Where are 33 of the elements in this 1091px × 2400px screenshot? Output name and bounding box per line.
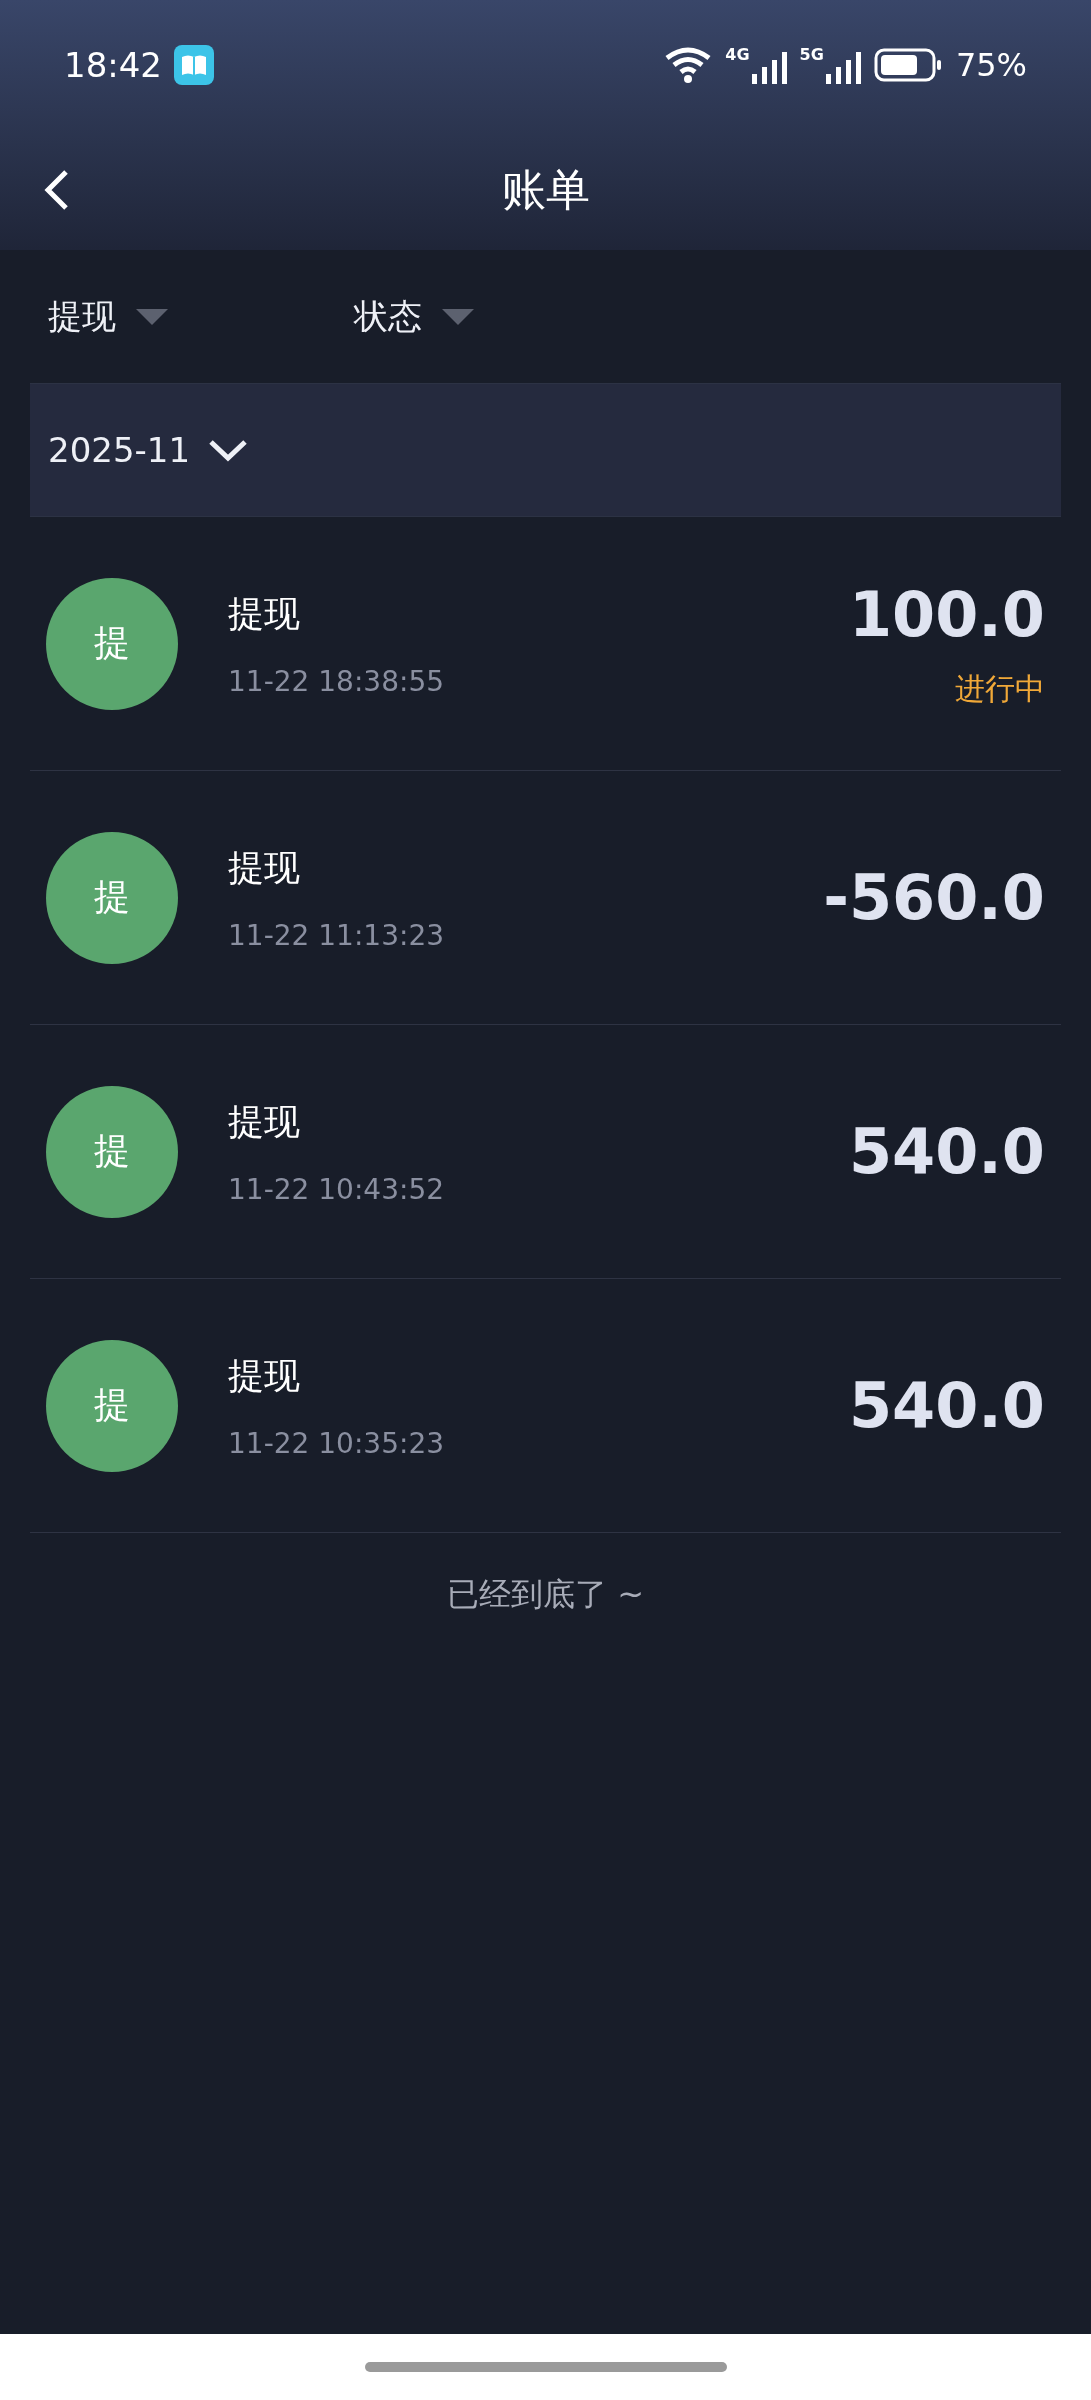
- page-title: 账单: [501, 162, 590, 217]
- record-time: 11-22 18:38:55: [228, 664, 445, 698]
- record-time: 11-22 10:35:23: [228, 1426, 445, 1460]
- avatar: 提: [46, 831, 178, 964]
- record-title: 提现: [228, 1099, 301, 1144]
- record-title: 提现: [228, 1353, 301, 1398]
- record-amount: -560.0: [823, 861, 1045, 934]
- network-type: 5G: [799, 46, 824, 64]
- avatar: 提: [46, 577, 178, 710]
- battery-icon: [873, 47, 944, 83]
- record-amount: 540.0: [848, 1369, 1045, 1442]
- battery-percent: 75%: [955, 46, 1027, 84]
- filter-dropdown[interactable]: 提现: [48, 293, 354, 340]
- chevron-down-icon: [208, 438, 249, 462]
- avatar: 提: [46, 1339, 178, 1472]
- network-type: 4G: [725, 46, 750, 64]
- record-amount: 100.0: [848, 577, 1045, 651]
- signal-icon: [825, 52, 862, 84]
- record-amount: 540.0: [848, 1115, 1045, 1188]
- dropdown-icon: [136, 306, 168, 327]
- record-title: 提现: [228, 591, 301, 636]
- record-time: 11-22 10:43:52: [228, 1172, 445, 1206]
- dropdown-icon: [442, 306, 474, 327]
- record-title: 提现: [228, 845, 301, 890]
- filter-dropdown[interactable]: 状态: [354, 293, 660, 340]
- record-status: 进行中: [955, 669, 1045, 708]
- record-time: 11-22 11:13:23: [228, 918, 445, 952]
- end-of-list-text: 已经到底了 ~: [447, 1574, 644, 1615]
- month-selector[interactable]: 2025-11: [30, 430, 267, 470]
- status-time: 18:42: [64, 45, 162, 85]
- book-app-icon: [174, 45, 214, 85]
- signal-icon: [751, 52, 788, 84]
- avatar: 提: [46, 1085, 178, 1218]
